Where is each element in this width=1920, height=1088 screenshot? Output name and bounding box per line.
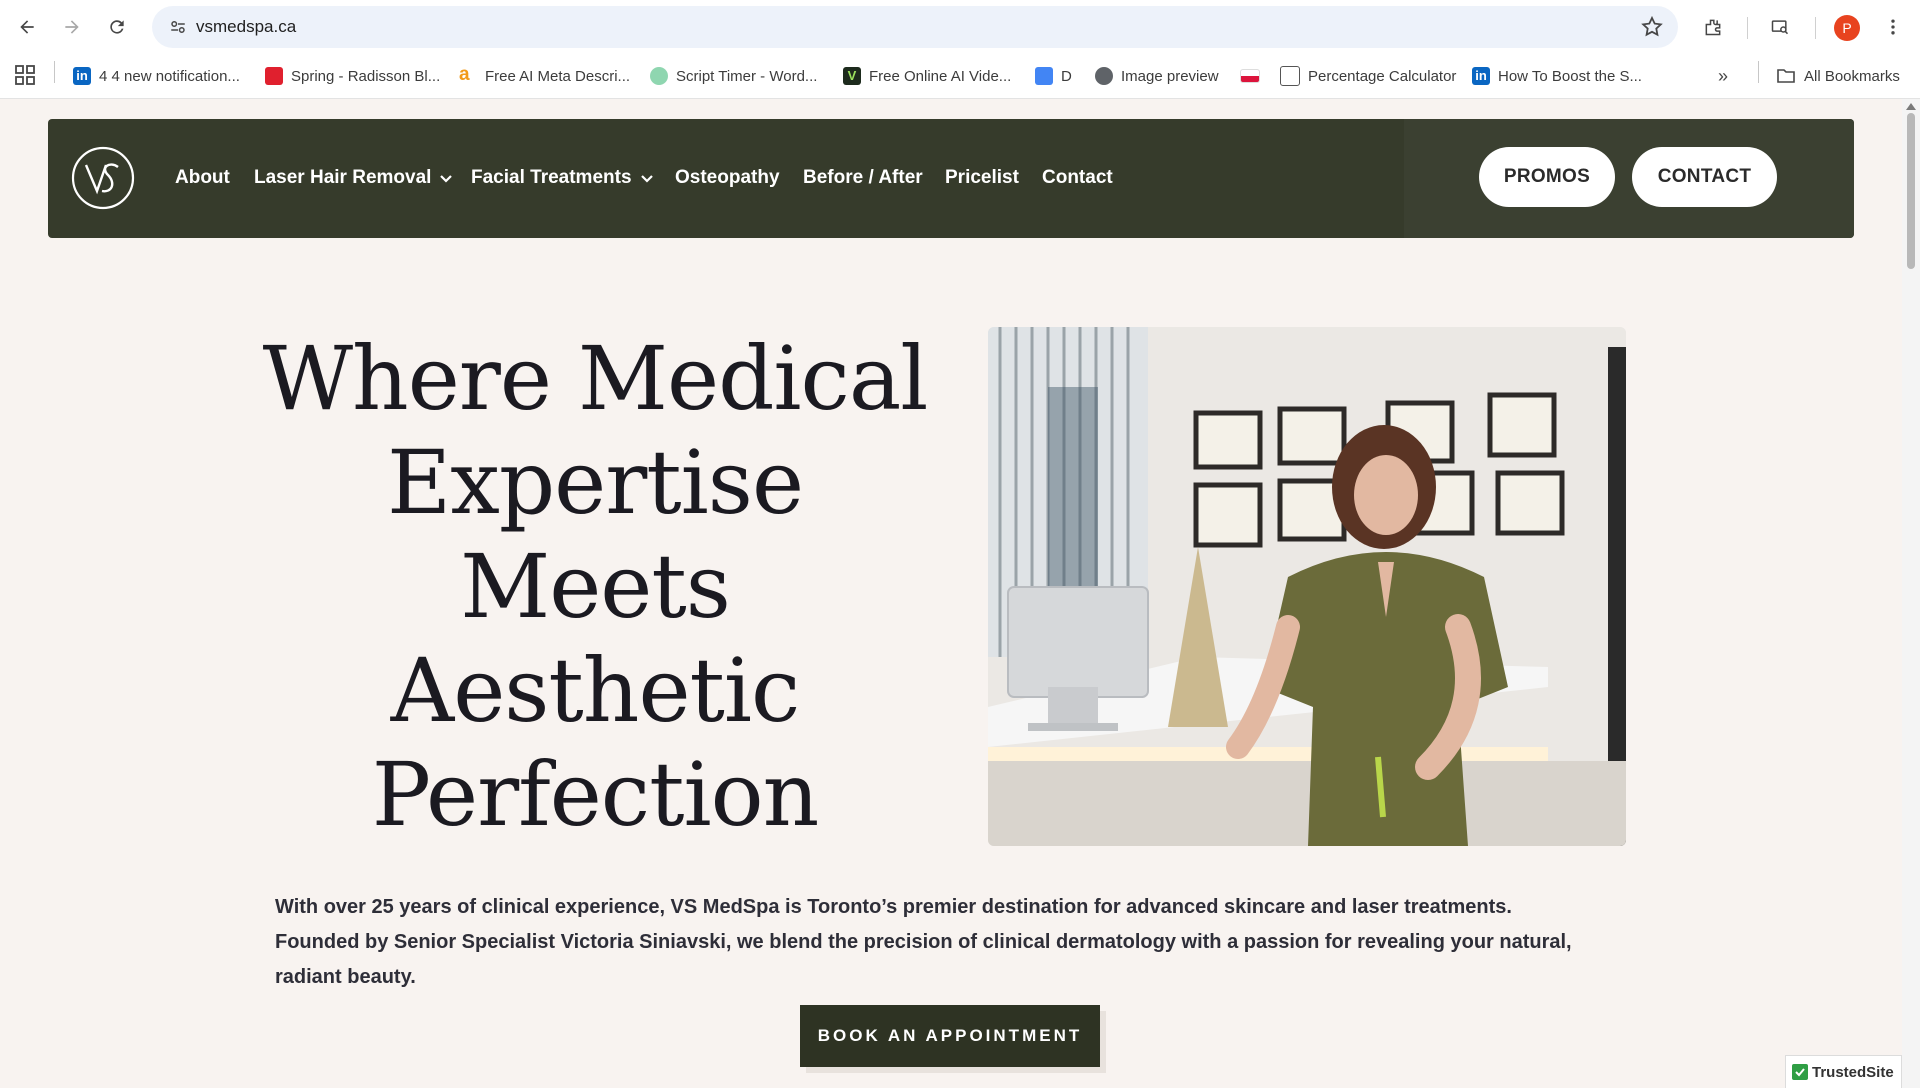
nav-contact-label: Contact: [1042, 167, 1113, 188]
specialist-portrait-image: [988, 327, 1626, 846]
globe-icon: [1095, 67, 1113, 85]
tab-search-button[interactable]: [1762, 9, 1798, 45]
radisson-icon: [265, 67, 283, 85]
bookmark-item[interactable]: in 4 4 new notification...: [73, 64, 240, 88]
puzzle-icon: [1705, 19, 1721, 36]
chevron-down-icon: [640, 175, 653, 183]
scrollbar-thumb[interactable]: [1907, 113, 1915, 269]
extensions-button[interactable]: [1695, 9, 1731, 45]
all-bookmarks-button[interactable]: All Bookmarks: [1776, 64, 1900, 88]
profile-avatar[interactable]: P: [1834, 15, 1860, 41]
bookmark-item[interactable]: Script Timer - Word...: [650, 64, 817, 88]
trustedsite-badge[interactable]: TrustedSite: [1785, 1055, 1902, 1088]
nav-laser-label: Laser Hair Removal: [254, 167, 432, 188]
bookmark-label: D: [1061, 67, 1072, 85]
toolbar-divider: [1747, 17, 1748, 39]
bookmark-label: Percentage Calculator: [1308, 67, 1457, 85]
url-text[interactable]: vsmedspa.ca: [196, 17, 296, 37]
bookmarks-bar: in 4 4 new notification... Spring - Radi…: [0, 54, 1920, 99]
flag-icon: [1240, 69, 1260, 83]
forward-button[interactable]: [54, 9, 90, 45]
nav-contact[interactable]: Contact: [1042, 167, 1113, 189]
vs-logo[interactable]: [70, 145, 136, 211]
reload-icon: [110, 20, 124, 34]
folder-icon: [1777, 69, 1795, 83]
navbar-right-panel: [1404, 119, 1854, 238]
page-scrollbar[interactable]: [1902, 99, 1920, 1088]
address-bar[interactable]: vsmedspa.ca: [152, 6, 1678, 48]
bookmark-item[interactable]: a Free AI Meta Descri...: [459, 64, 630, 88]
nav-pricelist-label: Pricelist: [945, 167, 1019, 188]
web-page: About Laser Hair Removal Facial Treatmen…: [0, 99, 1902, 1088]
nav-facial-label: Facial Treatments: [471, 167, 632, 188]
site-info-icon[interactable]: [162, 11, 194, 43]
bookmark-star-icon[interactable]: [1640, 15, 1664, 39]
intro-line: radiant beauty.: [275, 966, 416, 988]
bookmarks-divider: [54, 61, 55, 83]
bookmarks-divider: [1758, 61, 1759, 83]
bookmark-label: How To Boost the S...: [1498, 67, 1642, 85]
hero-intro-text: With over 25 years of clinical experienc…: [275, 890, 1635, 995]
hero-headline: Where Medical Expertise Meets Aesthetic …: [240, 327, 950, 847]
forward-arrow-icon: [65, 20, 79, 34]
nav-osteopathy[interactable]: Osteopathy: [675, 167, 780, 189]
headline-line: Expertise: [386, 431, 804, 534]
intro-line: With over 25 years of clinical experienc…: [275, 896, 1512, 918]
toolbar-divider: [1815, 17, 1816, 39]
headline-line: Perfection: [371, 743, 820, 846]
calculator-icon: [1280, 66, 1300, 86]
docs-icon: [1035, 67, 1053, 85]
nav-laser-hair-removal[interactable]: Laser Hair Removal: [254, 167, 453, 189]
nav-about-label: About: [175, 167, 230, 188]
back-arrow-icon: [20, 20, 34, 34]
browser-toolbar: vsmedspa.ca P: [0, 0, 1920, 54]
hero-photo: [988, 327, 1626, 846]
bookmark-item[interactable]: V Free Online AI Vide...: [843, 64, 1011, 88]
headline-line: Aesthetic: [390, 639, 801, 742]
bookmark-item[interactable]: [1240, 64, 1268, 88]
bookmark-label: 4 4 new notification...: [99, 67, 240, 85]
a-icon: a: [459, 64, 470, 85]
menu-button[interactable]: [1875, 9, 1911, 45]
bookmark-label: Free Online AI Vide...: [869, 67, 1012, 85]
headline-line: Where Medical: [262, 327, 929, 430]
bookmark-label: Free AI Meta Descri...: [485, 67, 631, 85]
all-bookmarks-label: All Bookmarks: [1804, 67, 1900, 85]
promos-button[interactable]: PROMOS: [1479, 147, 1615, 207]
kebab-menu-icon: [1891, 19, 1895, 35]
tab-search-icon: [1771, 20, 1789, 35]
nav-before-after[interactable]: Before / After: [803, 167, 923, 189]
book-appointment-button[interactable]: BOOK AN APPOINTMENT: [800, 1005, 1100, 1067]
nav-before-after-label: Before / After: [803, 167, 923, 188]
chevron-down-icon: [440, 175, 453, 183]
back-button[interactable]: [9, 9, 45, 45]
trustedsite-label: TrustedSite: [1812, 1063, 1894, 1081]
nav-about[interactable]: About: [175, 167, 230, 189]
site-navbar: About Laser Hair Removal Facial Treatmen…: [48, 119, 1854, 238]
bookmark-label: Script Timer - Word...: [676, 67, 818, 85]
timer-icon: [650, 67, 668, 85]
more-bookmarks-chevron-icon[interactable]: »: [1718, 64, 1728, 88]
contact-button[interactable]: CONTACT: [1632, 147, 1777, 207]
bookmark-label: Image preview: [1121, 67, 1219, 85]
nav-facial-treatments[interactable]: Facial Treatments: [471, 167, 654, 189]
v-icon: V: [843, 67, 861, 85]
reload-button[interactable]: [99, 9, 135, 45]
scroll-up-arrow-icon[interactable]: [1906, 103, 1916, 110]
nav-pricelist[interactable]: Pricelist: [945, 167, 1019, 189]
linkedin-icon: in: [73, 67, 91, 85]
headline-line: Meets: [460, 535, 731, 638]
bookmark-item[interactable]: Image preview: [1095, 64, 1219, 88]
nav-osteopathy-label: Osteopathy: [675, 167, 780, 188]
apps-grid-icon[interactable]: [14, 64, 36, 86]
checkmark-icon: [1792, 1064, 1808, 1080]
bookmark-label: Spring - Radisson Bl...: [291, 67, 441, 85]
bookmark-item[interactable]: D: [1035, 64, 1072, 88]
bookmark-item[interactable]: Spring - Radisson Bl...: [265, 64, 440, 88]
linkedin-icon: in: [1472, 67, 1490, 85]
bookmark-item[interactable]: Percentage Calculator: [1280, 64, 1456, 88]
intro-line: Founded by Senior Specialist Victoria Si…: [275, 931, 1572, 953]
bookmark-item[interactable]: in How To Boost the S...: [1472, 64, 1642, 88]
